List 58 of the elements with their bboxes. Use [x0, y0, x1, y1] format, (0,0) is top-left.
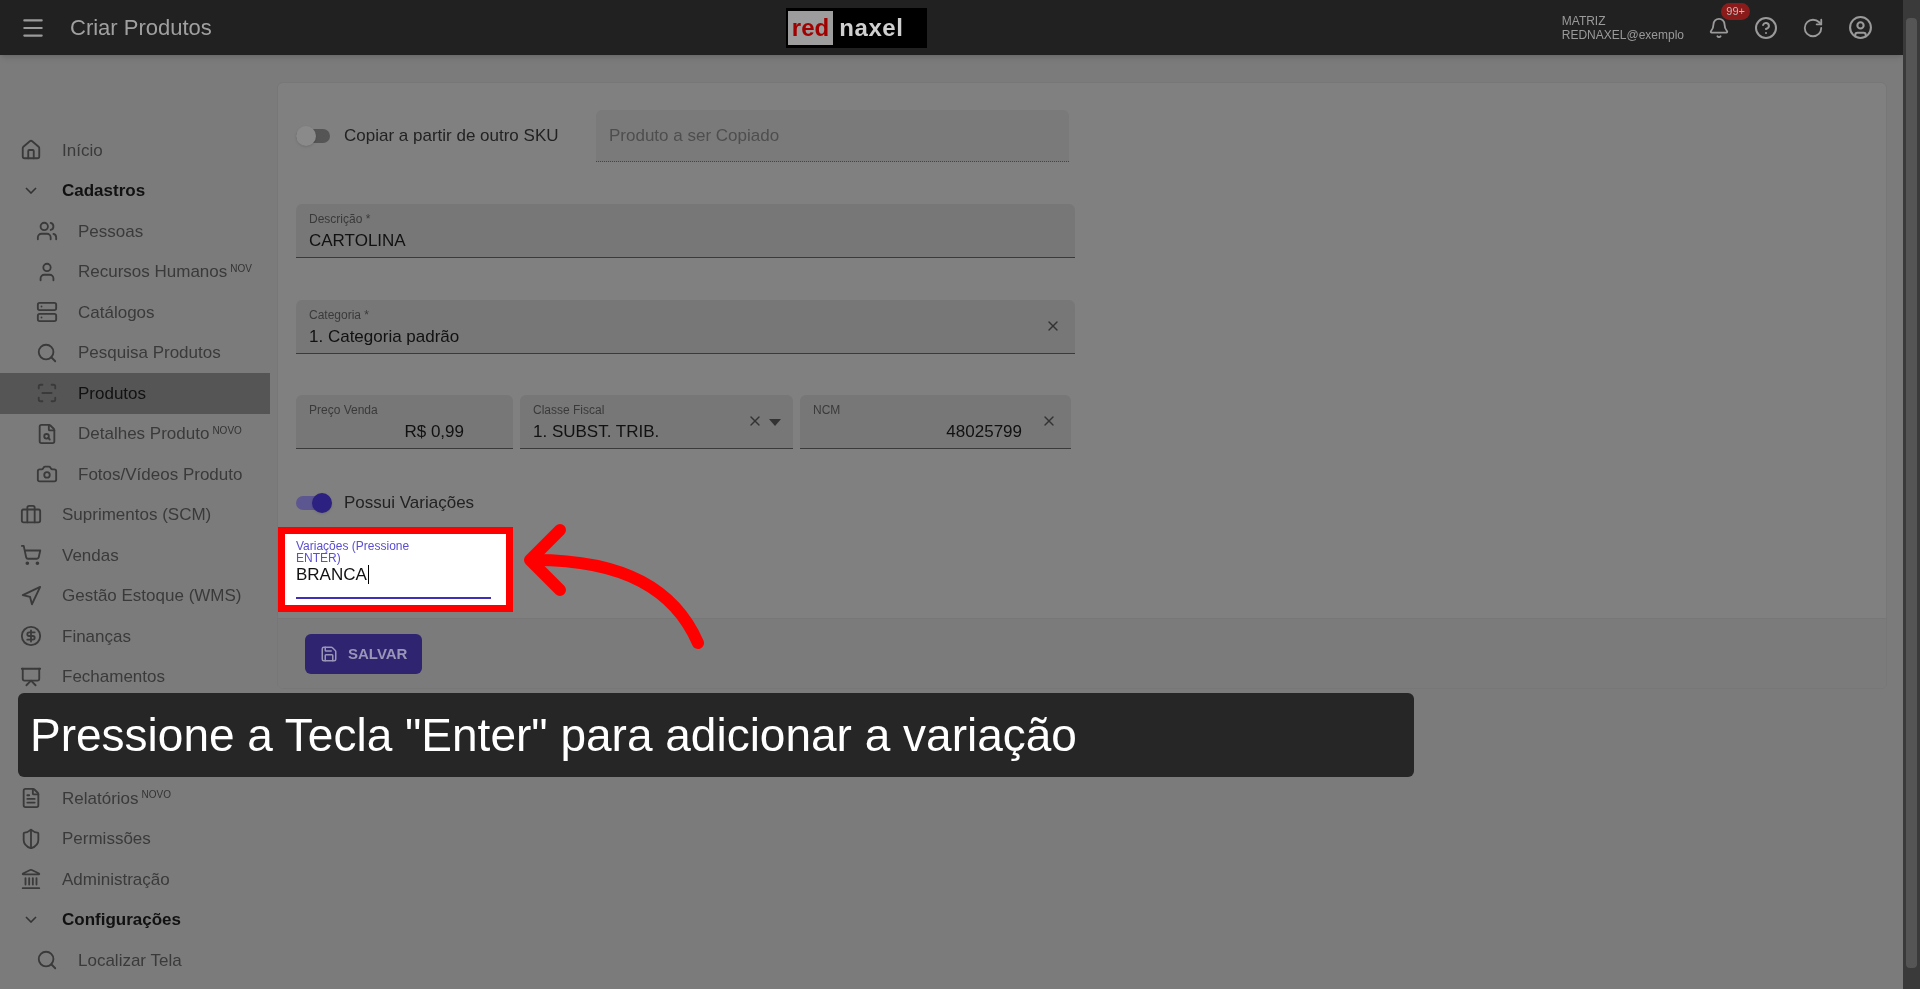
document-icon: [20, 787, 42, 810]
sidebar-group[interactable]: Cadastros: [0, 170, 270, 211]
sidebar-item[interactable]: Fotos/Vídeos Produto: [0, 454, 270, 495]
new-label: NOVO: [141, 788, 171, 802]
sidebar-item[interactable]: Finanças: [0, 616, 270, 657]
text-field[interactable]: Classe Fiscal 1. SUBST. TRIB.: [520, 395, 793, 449]
text-field[interactable]: Variações (Pressione ENTER) BRANCA: [296, 540, 491, 599]
chevron-down-icon: [25, 916, 37, 924]
new-label: NOVO: [212, 423, 242, 438]
dropdown-caret-icon[interactable]: [769, 419, 781, 426]
sidebar-item[interactable]: Vendas: [0, 535, 270, 576]
shield-icon: [20, 827, 42, 850]
monitor-list-icon: [20, 665, 42, 688]
dollar-icon: [20, 625, 42, 648]
cart-icon: [20, 544, 42, 567]
sidebar-item[interactable]: Administração: [0, 859, 270, 900]
people-icon: [36, 220, 58, 243]
save-icon: [320, 645, 338, 663]
sidebar-item[interactable]: Pessoas: [0, 211, 270, 252]
diamond-arrow-icon: [20, 584, 42, 607]
page-title: Criar Produtos: [70, 14, 212, 42]
account-info: MATRIZ REDNAXEL@exemplo: [1561, 13, 1684, 42]
sidebar-item[interactable]: Gestão Estoque (WMS): [0, 575, 270, 616]
toggle-label: Possui Variações: [344, 492, 475, 515]
logo: red naxel: [785, 7, 927, 48]
toggle-switch[interactable]: [296, 125, 332, 147]
text-field[interactable]: Categoria * 1. Categoria padrão: [296, 300, 1075, 354]
bank-icon: [20, 868, 42, 891]
caption-toast: Pressione a Tecla "Enter" para adicionar a variação: [18, 693, 1414, 777]
text-field[interactable]: NCM 48025799: [800, 395, 1071, 449]
refresh-icon[interactable]: [1802, 16, 1824, 39]
new-label: NOV: [230, 261, 252, 276]
save-button[interactable]: SALVAR: [305, 634, 423, 674]
search-icon: [36, 949, 58, 972]
briefcase-icon: [20, 503, 42, 526]
text-field[interactable]: Descrição * CARTOLINA: [296, 204, 1075, 258]
scan-document-icon: [36, 382, 58, 405]
help-icon[interactable]: [1754, 15, 1778, 40]
home-icon: [20, 139, 42, 162]
sidebar-item[interactable]: Permissões: [0, 818, 270, 859]
sidebar-item[interactable]: Produtos: [0, 373, 270, 414]
sidebar-group[interactable]: Configurações: [0, 899, 270, 940]
document-search-icon: [36, 422, 58, 445]
scrollbar[interactable]: [1903, 0, 1920, 989]
sidebar-item[interactable]: Localizar Tela: [0, 940, 270, 981]
search-icon: [36, 341, 58, 364]
notifications-icon[interactable]: [1708, 16, 1730, 39]
notification-count: 99+: [1721, 2, 1750, 20]
sidebar-item[interactable]: Início: [0, 130, 270, 171]
sidebar-item[interactable]: Catálogos: [0, 292, 270, 333]
text-field[interactable]: Preço Venda R$ 0,99: [296, 395, 513, 449]
toggle-switch[interactable]: [296, 492, 332, 514]
account-icon[interactable]: [1848, 15, 1873, 40]
toggle-label: Copiar a partir de outro SKU: [344, 125, 560, 148]
sidebar-item[interactable]: Suprimentos (SCM): [0, 494, 270, 535]
sidebar-item[interactable]: Pesquisa Produtos: [0, 332, 270, 373]
stack-icon: [36, 301, 58, 324]
chevron-down-icon: [25, 187, 37, 195]
